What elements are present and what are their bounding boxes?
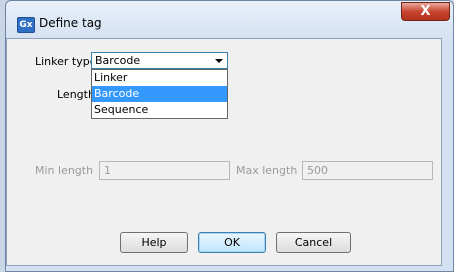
close-button[interactable]: X xyxy=(401,2,450,21)
dropdown-option-barcode[interactable]: Barcode xyxy=(92,86,227,102)
min-length-input[interactable]: 1 xyxy=(99,161,230,180)
close-icon: X xyxy=(420,4,431,19)
linker-type-dropdown-list: Linker Barcode Sequence xyxy=(91,69,228,119)
title-bar[interactable]: Gx Define tag xyxy=(6,1,453,39)
linker-type-label: Linker type xyxy=(35,55,97,68)
max-length-value: 500 xyxy=(307,164,328,177)
help-button[interactable]: Help xyxy=(120,232,188,253)
chevron-down-icon[interactable] xyxy=(215,59,223,63)
dropdown-option-sequence[interactable]: Sequence xyxy=(92,102,227,118)
max-length-label: Max length xyxy=(236,164,298,177)
cancel-button[interactable]: Cancel xyxy=(276,232,351,253)
app-icon: Gx xyxy=(17,17,35,33)
min-length-value: 1 xyxy=(104,164,111,177)
window-title: Define tag xyxy=(39,16,102,30)
min-length-label: Min length xyxy=(35,164,94,177)
linker-type-value: Barcode xyxy=(95,54,141,67)
length-label: Length xyxy=(57,88,95,101)
max-length-input[interactable]: 500 xyxy=(302,161,433,180)
ok-button[interactable]: OK xyxy=(198,232,266,253)
dropdown-option-linker[interactable]: Linker xyxy=(92,70,227,86)
linker-type-select[interactable]: Barcode xyxy=(91,52,228,69)
